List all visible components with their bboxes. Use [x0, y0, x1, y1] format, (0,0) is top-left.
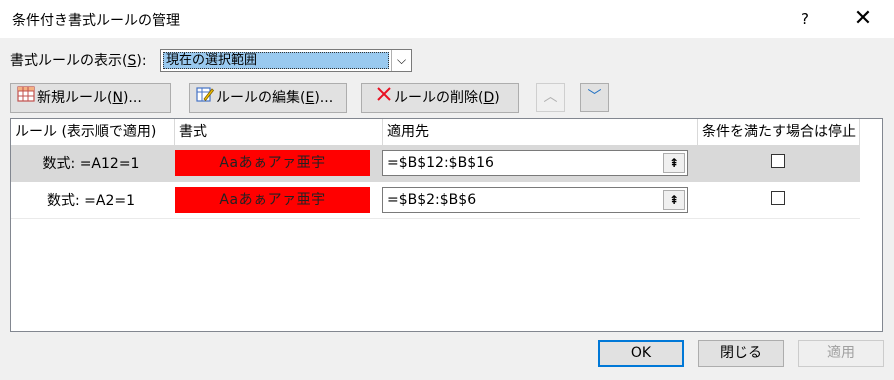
move-up-button[interactable]: ︿ [536, 83, 565, 112]
title-bar: 条件付き書式ルールの管理 ? ✕ [0, 0, 894, 38]
rule-toolbar: 新規ルール(N)... ルールの編集(E)... ルールの削除(D) ︿ ﹀ [10, 80, 883, 118]
chevron-down-icon: ﹀ [587, 89, 602, 105]
delete-rule-label-key: D [483, 90, 495, 106]
rule-formula: 数式: =A2=1 [46, 193, 136, 209]
new-rule-label-prefix: 新規ルール( [37, 90, 113, 106]
rules-list[interactable]: ルール (表示順で適用) 書式 適用先 条件を満たす場合は停止 数式: =A12… [10, 118, 883, 332]
applies-to-value: =$B$12:$B$16 [387, 155, 494, 171]
applies-to-value: =$B$2:$B$6 [387, 192, 477, 208]
column-header-stop-if-true[interactable]: 条件を満たす場合は停止 [698, 119, 860, 146]
applies-to-field[interactable]: =$B$12:$B$16 ⇞ [382, 150, 688, 176]
collapse-range-icon[interactable]: ⇞ [663, 153, 685, 173]
scope-label-suffix: ): [136, 53, 147, 69]
window-title: 条件付き書式ルールの管理 [12, 13, 180, 29]
edit-rule-label-suffix: )... [314, 90, 334, 106]
scope-dropdown[interactable]: 現在の選択範囲 ⌵ [160, 49, 412, 72]
close-window-button[interactable]: ✕ [848, 4, 878, 34]
format-preview: Aaあぁアァ亜宇 [175, 150, 370, 176]
edit-rule-label-prefix: ルールの編集( [216, 90, 306, 106]
column-header-format[interactable]: 書式 [175, 119, 383, 146]
column-header-applies-to[interactable]: 適用先 [383, 119, 698, 146]
scope-label-prefix: 書式ルールの表示( [10, 53, 128, 69]
ok-button[interactable]: OK [598, 340, 684, 367]
edit-pencil-icon [196, 84, 215, 112]
apply-button[interactable]: 適用 [798, 340, 884, 367]
scope-dropdown-value: 現在の選択範囲 [163, 52, 389, 69]
delete-x-icon [376, 84, 392, 112]
rule-formula: 数式: =A12=1 [42, 156, 140, 172]
edit-rule-button[interactable]: ルールの編集(E)... [189, 83, 347, 113]
help-button[interactable]: ? [790, 4, 820, 34]
new-rule-label-key: N [112, 90, 123, 106]
format-preview: Aaあぁアァ亜宇 [175, 187, 370, 213]
delete-rule-button[interactable]: ルールの削除(D) [361, 83, 519, 113]
new-rule-label-suffix: )... [122, 90, 142, 106]
rule-row[interactable]: 数式: =A2=1 Aaあぁアァ亜宇 =$B$2:$B$6 ⇞ [11, 183, 860, 219]
column-header-rule[interactable]: ルール (表示順で適用) [11, 119, 175, 146]
stop-if-true-checkbox[interactable] [771, 191, 785, 205]
move-down-button[interactable]: ﹀ [580, 83, 609, 112]
applies-to-field[interactable]: =$B$2:$B$6 ⇞ [382, 187, 688, 213]
close-button[interactable]: 閉じる [698, 340, 784, 367]
collapse-range-icon[interactable]: ⇞ [663, 190, 685, 210]
edit-rule-label-key: E [305, 90, 315, 106]
delete-rule-label-prefix: ルールの削除( [394, 90, 484, 106]
new-rule-button[interactable]: 新規ルール(N)... [10, 83, 171, 113]
delete-rule-label-suffix: ) [494, 90, 500, 106]
chevron-down-icon[interactable]: ⌵ [391, 50, 411, 71]
stop-if-true-checkbox[interactable] [771, 154, 785, 168]
chevron-up-icon: ︿ [543, 89, 558, 105]
rule-row[interactable]: 数式: =A12=1 Aaあぁアァ亜宇 =$B$12:$B$16 ⇞ [11, 146, 860, 182]
table-grid-icon [17, 84, 35, 112]
scope-label: 書式ルールの表示(S): [10, 50, 147, 70]
